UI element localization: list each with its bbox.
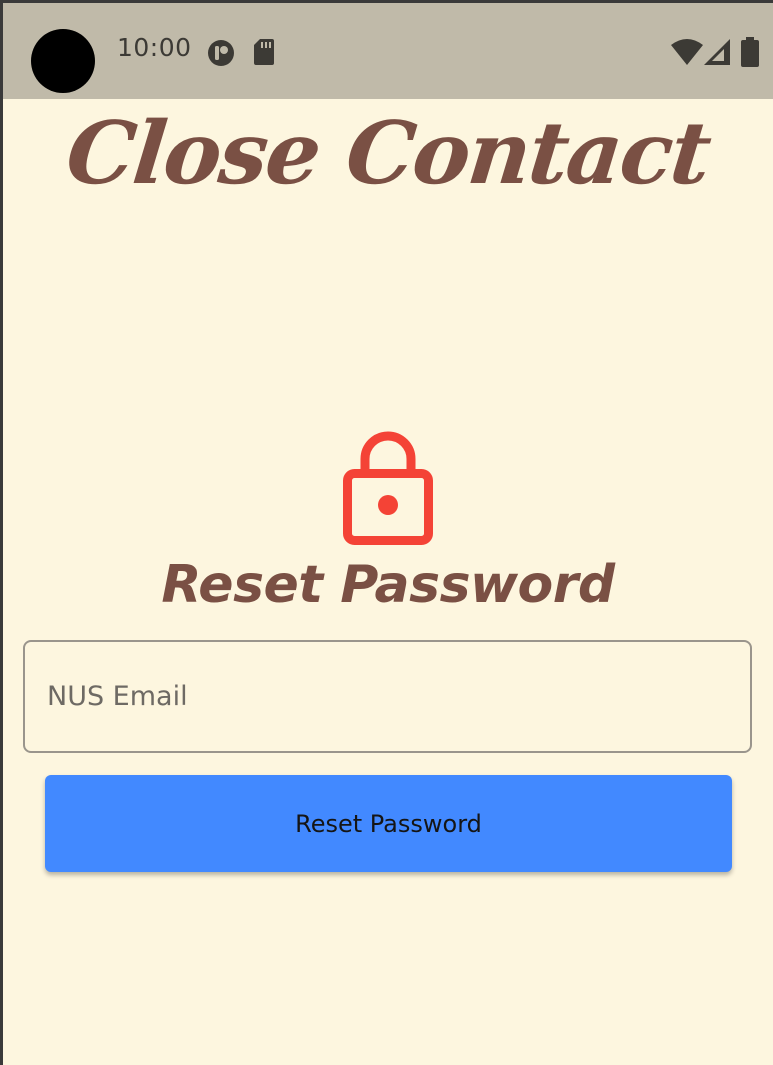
status-bar: 10:00 [3, 3, 773, 99]
reset-password-button[interactable]: Reset Password [45, 775, 732, 872]
accessibility-icon [208, 40, 234, 66]
lock-icon [343, 431, 433, 545]
cell-signal-icon [704, 39, 730, 65]
wifi-icon [671, 39, 703, 65]
app-title: Close Contact [61, 103, 715, 204]
email-input[interactable] [47, 642, 727, 751]
sd-card-icon [254, 39, 274, 65]
page-title: Reset Password [161, 555, 615, 615]
status-time: 10:00 [117, 33, 192, 62]
battery-icon [741, 37, 759, 67]
email-field[interactable] [23, 640, 752, 753]
camera-cutout [31, 29, 95, 93]
phone-screen: 10:00 Close Contact Reset Password NUS E… [3, 3, 773, 1065]
